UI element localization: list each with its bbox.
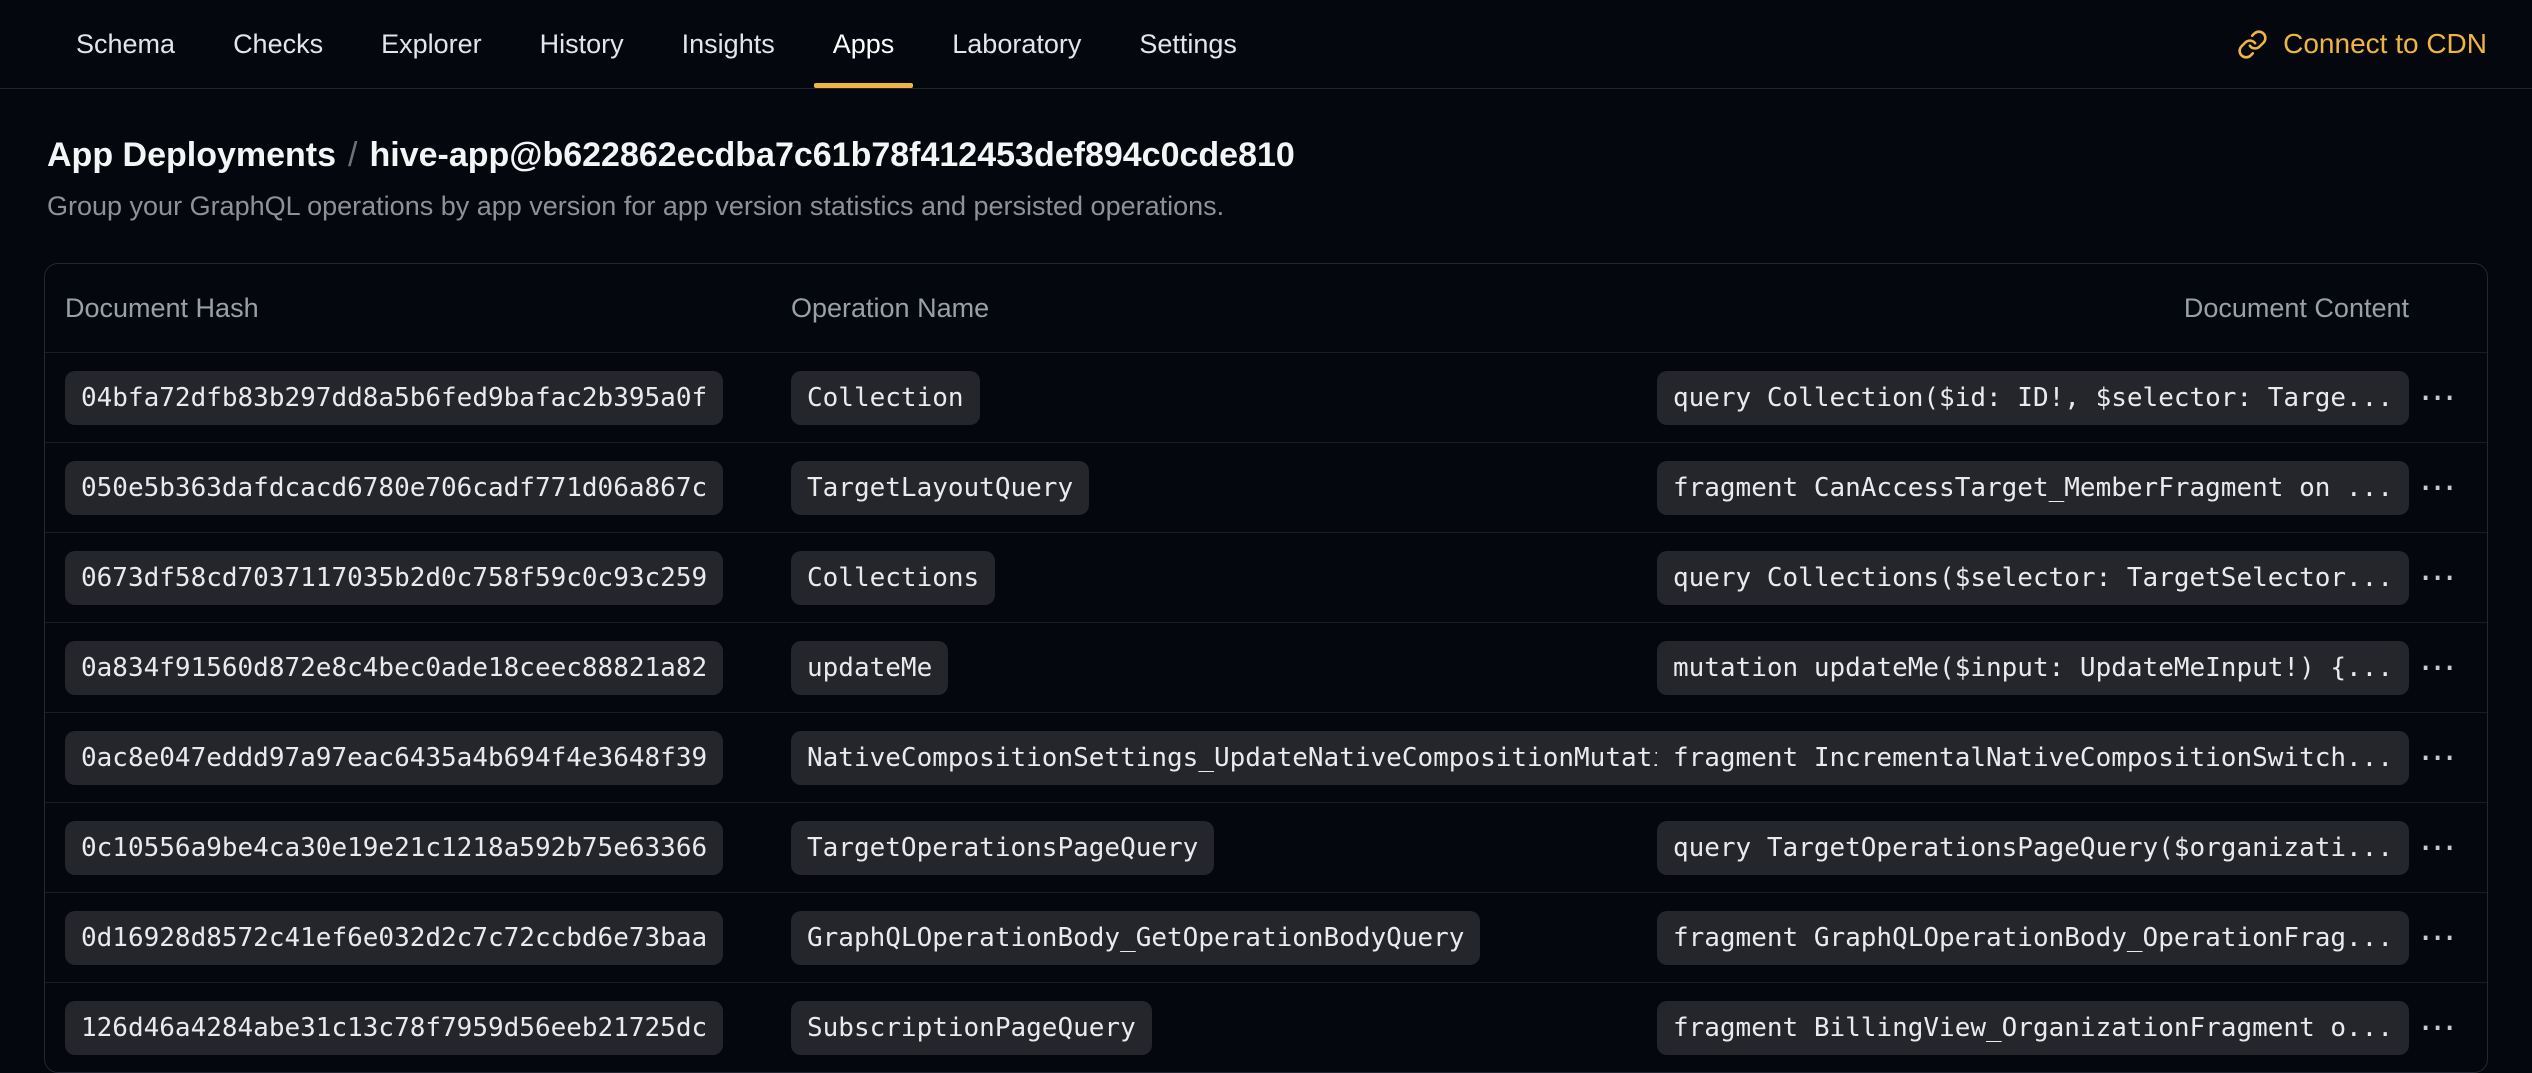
document-hash-badge: 050e5b363dafdcacd6780e706cadf771d06a867c bbox=[65, 461, 723, 515]
nav-tab-label: Checks bbox=[233, 29, 323, 60]
operation-name-badge: updateMe bbox=[791, 641, 948, 695]
row-menu-button[interactable]: ⋯ bbox=[2420, 740, 2457, 776]
breadcrumb-app-deployments[interactable]: App Deployments bbox=[47, 136, 336, 174]
row-actions-cell: ⋯ bbox=[2409, 470, 2467, 506]
document-hash-badge: 0673df58cd7037117035b2d0c758f59c0c93c259 bbox=[65, 551, 723, 605]
document-content-badge: query Collection($id: ID!, $selector: Ta… bbox=[1657, 371, 2409, 425]
table-row: 050e5b363dafdcacd6780e706cadf771d06a867c… bbox=[45, 442, 2487, 532]
table-body: 04bfa72dfb83b297dd8a5b6fed9bafac2b395a0f… bbox=[45, 352, 2487, 1072]
document-hash-badge: 04bfa72dfb83b297dd8a5b6fed9bafac2b395a0f bbox=[65, 371, 723, 425]
table-row: 04bfa72dfb83b297dd8a5b6fed9bafac2b395a0f… bbox=[45, 352, 2487, 442]
table-header: Document Hash Operation Name Document Co… bbox=[45, 264, 2487, 352]
table-row: 0673df58cd7037117035b2d0c758f59c0c93c259… bbox=[45, 532, 2487, 622]
document-content-cell: query Collection($id: ID!, $selector: Ta… bbox=[1657, 371, 2409, 425]
document-content-cell: fragment GraphQLOperationBody_OperationF… bbox=[1657, 911, 2409, 965]
nav-tab-label: Explorer bbox=[381, 29, 482, 60]
nav-tab-explorer[interactable]: Explorer bbox=[352, 0, 511, 88]
operation-name-badge: Collection bbox=[791, 371, 980, 425]
document-hash-cell: 050e5b363dafdcacd6780e706cadf771d06a867c bbox=[65, 461, 791, 515]
nav-tab-schema[interactable]: Schema bbox=[47, 0, 204, 88]
document-content-badge: fragment GraphQLOperationBody_OperationF… bbox=[1657, 911, 2409, 965]
document-hash-badge: 0ac8e047eddd97a97eac6435a4b694f4e3648f39 bbox=[65, 731, 723, 785]
document-hash-cell: 0c10556a9be4ca30e19e21c1218a592b75e63366 bbox=[65, 821, 791, 875]
document-content-badge: query TargetOperationsPageQuery($organiz… bbox=[1657, 821, 2409, 875]
nav-tab-label: Schema bbox=[76, 29, 175, 60]
operation-name-cell: updateMe bbox=[791, 641, 1657, 695]
nav-tab-checks[interactable]: Checks bbox=[204, 0, 352, 88]
operation-name-cell: Collection bbox=[791, 371, 1657, 425]
row-actions-cell: ⋯ bbox=[2409, 650, 2467, 686]
document-hash-cell: 0ac8e047eddd97a97eac6435a4b694f4e3648f39 bbox=[65, 731, 791, 785]
row-menu-button[interactable]: ⋯ bbox=[2420, 830, 2457, 866]
nav-tab-insights[interactable]: Insights bbox=[653, 0, 804, 88]
top-navigation: Schema Checks Explorer History Insights … bbox=[0, 0, 2532, 89]
link-icon bbox=[2237, 29, 2268, 60]
row-actions-cell: ⋯ bbox=[2409, 920, 2467, 956]
table-row: 0a834f91560d872e8c4bec0ade18ceec88821a82… bbox=[45, 622, 2487, 712]
operation-name-cell: Collections bbox=[791, 551, 1657, 605]
breadcrumb-separator: / bbox=[348, 136, 357, 174]
document-hash-badge: 0d16928d8572c41ef6e032d2c7c72ccbd6e73baa bbox=[65, 911, 723, 965]
nav-tab-label: Settings bbox=[1139, 29, 1237, 60]
breadcrumb: App Deployments / hive-app@b622862ecdba7c6… bbox=[47, 135, 2485, 175]
nav-tabs: Schema Checks Explorer History Insights … bbox=[47, 0, 1266, 88]
document-content-cell: fragment CanAccessTarget_MemberFragment … bbox=[1657, 461, 2409, 515]
nav-tab-laboratory[interactable]: Laboratory bbox=[923, 0, 1110, 88]
column-header-document-content: Document Content bbox=[2184, 293, 2409, 324]
document-hash-cell: 04bfa72dfb83b297dd8a5b6fed9bafac2b395a0f bbox=[65, 371, 791, 425]
nav-tab-label: Insights bbox=[682, 29, 775, 60]
row-menu-button[interactable]: ⋯ bbox=[2420, 470, 2457, 506]
deployments-table-card: Document Hash Operation Name Document Co… bbox=[44, 263, 2488, 1073]
operation-name-badge: NativeCompositionSettings_UpdateNativeCo… bbox=[791, 731, 1715, 785]
document-hash-badge: 0c10556a9be4ca30e19e21c1218a592b75e63366 bbox=[65, 821, 723, 875]
document-content-cell: mutation updateMe($input: UpdateMeInput!… bbox=[1657, 641, 2409, 695]
row-menu-button[interactable]: ⋯ bbox=[2420, 560, 2457, 596]
table-row: 0ac8e047eddd97a97eac6435a4b694f4e3648f39… bbox=[45, 712, 2487, 802]
operation-name-badge: GraphQLOperationBody_GetOperationBodyQue… bbox=[791, 911, 1480, 965]
breadcrumb-current-app: hive-app@b622862ecdba7c61b78f412453def89… bbox=[370, 136, 1295, 174]
column-header-operation-name: Operation Name bbox=[791, 293, 2184, 324]
row-actions-cell: ⋯ bbox=[2409, 830, 2467, 866]
operation-name-cell: TargetOperationsPageQuery bbox=[791, 821, 1657, 875]
table-row: 126d46a4284abe31c13c78f7959d56eeb21725dc… bbox=[45, 982, 2487, 1072]
nav-tab-label: Apps bbox=[833, 29, 895, 60]
document-content-cell: fragment IncrementalNativeCompositionSwi… bbox=[1657, 731, 2409, 785]
operation-name-badge: Collections bbox=[791, 551, 995, 605]
document-hash-cell: 0a834f91560d872e8c4bec0ade18ceec88821a82 bbox=[65, 641, 791, 695]
nav-tab-settings[interactable]: Settings bbox=[1110, 0, 1266, 88]
table-row: 0c10556a9be4ca30e19e21c1218a592b75e63366… bbox=[45, 802, 2487, 892]
operation-name-badge: TargetOperationsPageQuery bbox=[791, 821, 1214, 875]
operation-name-cell: TargetLayoutQuery bbox=[791, 461, 1657, 515]
column-header-document-hash: Document Hash bbox=[65, 293, 791, 324]
connect-to-cdn-label: Connect to CDN bbox=[2283, 28, 2487, 60]
row-menu-button[interactable]: ⋯ bbox=[2420, 380, 2457, 416]
nav-tab-label: History bbox=[540, 29, 624, 60]
row-actions-cell: ⋯ bbox=[2409, 380, 2467, 416]
operation-name-cell: NativeCompositionSettings_UpdateNativeCo… bbox=[791, 731, 1657, 785]
nav-tab-label: Laboratory bbox=[952, 29, 1081, 60]
operation-name-badge: TargetLayoutQuery bbox=[791, 461, 1089, 515]
row-menu-button[interactable]: ⋯ bbox=[2420, 650, 2457, 686]
document-content-cell: query TargetOperationsPageQuery($organiz… bbox=[1657, 821, 2409, 875]
document-content-badge: fragment CanAccessTarget_MemberFragment … bbox=[1657, 461, 2409, 515]
document-content-badge: mutation updateMe($input: UpdateMeInput!… bbox=[1657, 641, 2409, 695]
page-subtitle: Group your GraphQL operations by app ver… bbox=[47, 190, 2485, 222]
document-content-badge: fragment IncrementalNativeCompositionSwi… bbox=[1657, 731, 2409, 785]
row-actions-cell: ⋯ bbox=[2409, 740, 2467, 776]
nav-tab-history[interactable]: History bbox=[511, 0, 653, 88]
document-content-cell: query Collections($selector: TargetSelec… bbox=[1657, 551, 2409, 605]
page-header: App Deployments / hive-app@b622862ecdba7c6… bbox=[0, 89, 2532, 222]
row-menu-button[interactable]: ⋯ bbox=[2420, 920, 2457, 956]
document-hash-cell: 0d16928d8572c41ef6e032d2c7c72ccbd6e73baa bbox=[65, 911, 791, 965]
nav-tab-apps[interactable]: Apps bbox=[804, 0, 924, 88]
table-row: 0d16928d8572c41ef6e032d2c7c72ccbd6e73baa… bbox=[45, 892, 2487, 982]
document-content-badge: query Collections($selector: TargetSelec… bbox=[1657, 551, 2409, 605]
document-hash-cell: 0673df58cd7037117035b2d0c758f59c0c93c259 bbox=[65, 551, 791, 605]
document-hash-badge: 0a834f91560d872e8c4bec0ade18ceec88821a82 bbox=[65, 641, 723, 695]
row-actions-cell: ⋯ bbox=[2409, 560, 2467, 596]
operation-name-cell: GraphQLOperationBody_GetOperationBodyQue… bbox=[791, 911, 1657, 965]
connect-to-cdn-button[interactable]: Connect to CDN bbox=[2237, 0, 2487, 88]
